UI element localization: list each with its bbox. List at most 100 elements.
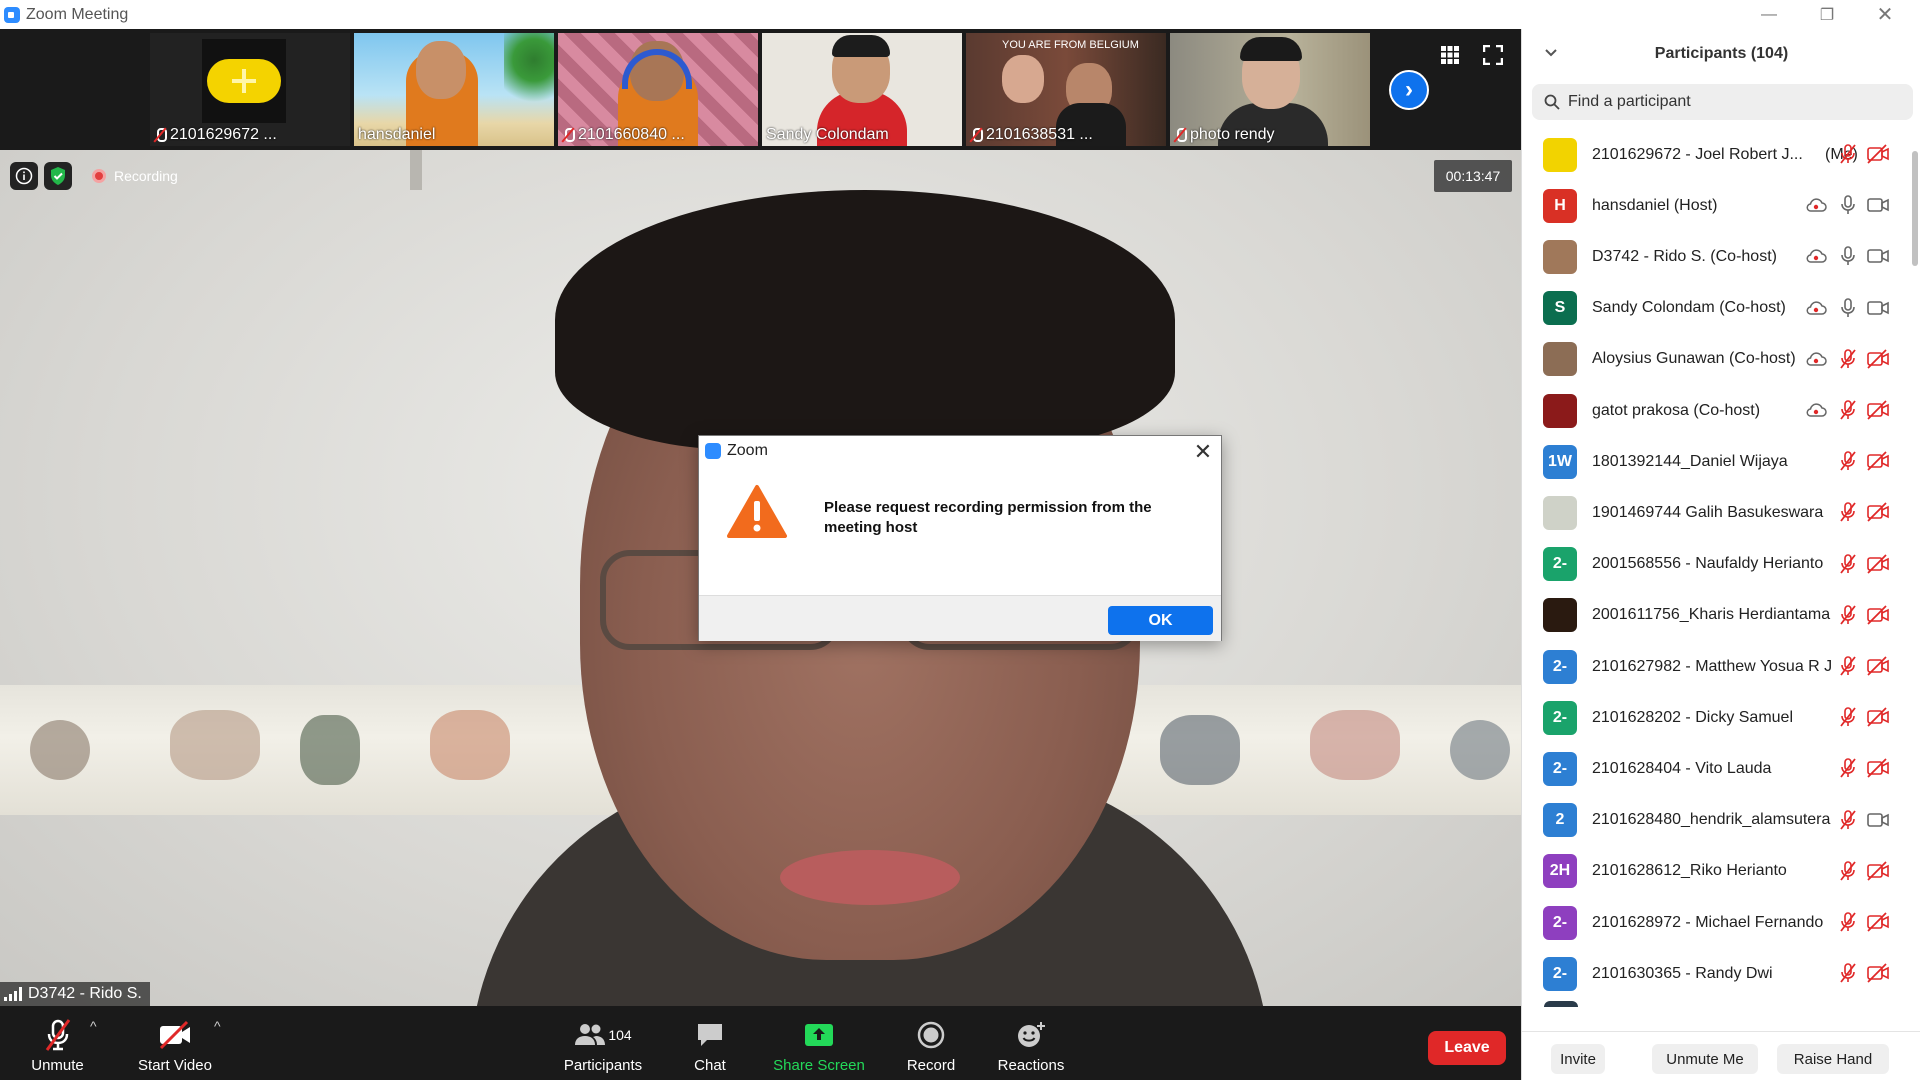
participant-row[interactable]: 2- 2101628972 - Michael Fernando <box>1522 897 1907 948</box>
cloud-recording-icon <box>1805 196 1827 219</box>
search-icon <box>1544 94 1560 110</box>
zoom-logo-icon <box>705 443 721 459</box>
participant-row[interactable]: 1W 1801392144_Daniel Wijaya <box>1522 436 1907 487</box>
muted-mic-icon[interactable] <box>1838 604 1858 631</box>
muted-mic-icon[interactable] <box>1838 757 1858 784</box>
audio-options-chevron-icon[interactable]: ^ <box>90 1018 97 1034</box>
avatar: 2- <box>1543 700 1577 735</box>
muted-mic-icon[interactable] <box>1838 553 1858 580</box>
participant-row[interactable]: 2001611756_Kharis Herdiantama <box>1522 590 1907 641</box>
participant-row[interactable]: gatot prakosa (Co-host) <box>1522 385 1907 436</box>
restore-button[interactable]: ❐ <box>1798 0 1856 29</box>
window-title-bar: Zoom Meeting <box>0 0 1920 29</box>
video-thumbnail[interactable]: Sandy Colondam <box>762 33 962 146</box>
leave-button[interactable]: Leave <box>1428 1031 1506 1065</box>
participant-row[interactable]: S Sandy Colondam (Co-host) <box>1522 283 1907 334</box>
search-input[interactable] <box>1568 93 1888 111</box>
invite-button[interactable]: Invite <box>1551 1044 1605 1074</box>
participants-panel: Participants (104) 2101629672 - Joel Rob… <box>1521 29 1920 1080</box>
mic-icon[interactable] <box>1838 245 1858 272</box>
video-off-icon <box>1866 144 1890 169</box>
dialog-close-button[interactable]: ✕ <box>1189 438 1217 466</box>
participant-name: hansdaniel (Host) <box>1592 196 1718 214</box>
participant-name: 2101629672 - Joel Robert J... <box>1592 145 1803 163</box>
video-thumbnail[interactable]: 2101629672 ... <box>150 33 350 146</box>
participant-row[interactable]: Hhansdaniel (Host) <box>1522 180 1907 231</box>
participant-row[interactable]: 2- 2101628404 - Vito Lauda <box>1522 743 1907 794</box>
mic-icon[interactable] <box>1838 297 1858 324</box>
share-screen-icon <box>803 1017 835 1053</box>
thumbnail-label: Sandy Colondam <box>766 126 889 143</box>
participants-count: 104 <box>608 1027 632 1043</box>
start-video-button[interactable]: Start Video <box>130 1006 220 1080</box>
participant-search[interactable] <box>1532 84 1913 120</box>
muted-mic-icon[interactable] <box>1838 348 1858 375</box>
muted-mic-icon[interactable] <box>1838 706 1858 733</box>
next-page-button[interactable]: › <box>1389 70 1429 110</box>
mic-icon[interactable] <box>1838 194 1858 221</box>
raise-hand-button[interactable]: Raise Hand <box>1777 1044 1889 1074</box>
chat-icon <box>695 1017 725 1053</box>
participant-row[interactable]: 2- 2101627982 - Matthew Yosua R J <box>1522 641 1907 692</box>
muted-mic-icon[interactable] <box>1838 809 1858 836</box>
muted-mic-icon[interactable] <box>1838 399 1858 426</box>
video-thumbnail[interactable]: hansdaniel <box>354 33 554 146</box>
reactions-emoji-icon <box>1015 1017 1047 1053</box>
video-off-icon <box>1866 656 1890 681</box>
ok-button[interactable]: OK <box>1108 606 1213 635</box>
muted-mic-icon[interactable] <box>1838 860 1858 887</box>
unmute-me-button[interactable]: Unmute Me <box>1652 1044 1758 1074</box>
video-options-chevron-icon[interactable]: ^ <box>214 1018 221 1034</box>
thumbnail-label: 2101629672 ... <box>154 126 277 144</box>
participant-row[interactable]: D3742 - Rido S. (Co-host) <box>1522 231 1907 282</box>
list-item <box>1544 1001 1578 1007</box>
muted-mic-icon[interactable] <box>1838 501 1858 528</box>
thumbnail-strip: 2101629672 ... hansdaniel 2101660840 ...… <box>0 29 1521 149</box>
participant-list: 2101629672 - Joel Robert J... (Me) Hhansda… <box>1522 129 1907 1004</box>
video-off-icon <box>1866 605 1890 630</box>
chat-button[interactable]: Chat <box>688 1006 732 1080</box>
video-icon <box>1866 195 1890 220</box>
dialog-message: Please request recording permission from… <box>824 499 1152 536</box>
muted-mic-icon[interactable] <box>1838 143 1858 170</box>
participant-row[interactable]: 2- 2101628202 - Dicky Samuel <box>1522 692 1907 743</box>
video-off-icon <box>1866 451 1890 476</box>
participants-icon: 104 <box>574 1017 632 1053</box>
muted-mic-icon[interactable] <box>1838 450 1858 477</box>
unmute-button[interactable]: Unmute <box>20 1006 95 1080</box>
avatar <box>1543 495 1577 530</box>
close-window-button[interactable]: ✕ <box>1856 0 1914 29</box>
participants-button[interactable]: 104 Participants <box>555 1006 651 1080</box>
meeting-info-button[interactable] <box>10 162 38 190</box>
record-button[interactable]: Record <box>901 1006 961 1080</box>
video-thumbnail[interactable]: YOU ARE FROM BELGIUM 2101638531 ... <box>966 33 1166 146</box>
security-button[interactable] <box>44 162 72 190</box>
participant-row[interactable]: 2H 2101628612_Riko Herianto <box>1522 846 1907 897</box>
share-screen-button[interactable]: Share Screen <box>770 1006 868 1080</box>
participant-row[interactable]: 2- 2001568556 - Naufaldy Herianto <box>1522 539 1907 590</box>
avatar <box>1543 598 1577 633</box>
minimize-button[interactable]: — <box>1740 0 1798 29</box>
participant-row[interactable]: Aloysius Gunawan (Co-host) <box>1522 334 1907 385</box>
video-off-icon <box>1866 758 1890 783</box>
muted-mic-icon <box>154 128 167 142</box>
participants-panel-footer: Invite Unmute Me Raise Hand <box>1522 1031 1920 1080</box>
warning-icon <box>726 484 788 545</box>
muted-mic-icon[interactable] <box>1838 655 1858 682</box>
gallery-view-icon[interactable] <box>1440 45 1460 65</box>
video-thumbnail[interactable]: photo rendy <box>1170 33 1370 146</box>
cloud-recording-icon <box>1805 299 1827 322</box>
participant-row[interactable]: 2101629672 - Joel Robert J... (Me) <box>1522 129 1907 180</box>
recording-permission-dialog: Zoom ✕ Please request recording permissi… <box>698 435 1222 641</box>
participant-row[interactable]: 2- 2101630365 - Randy Dwi <box>1522 948 1907 999</box>
muted-mic-icon[interactable] <box>1838 962 1858 989</box>
participant-row[interactable]: 1901469744 Galih Basukeswara <box>1522 487 1907 538</box>
participant-row[interactable]: 2 2101628480_hendrik_alamsutera <box>1522 795 1907 846</box>
participant-list-scrollbar[interactable] <box>1911 129 1919 1004</box>
muted-mic-icon[interactable] <box>1838 911 1858 938</box>
muted-mic-icon <box>562 128 575 142</box>
reactions-button[interactable]: Reactions <box>993 1006 1069 1080</box>
fullscreen-icon[interactable] <box>1482 44 1504 66</box>
thumbnail-label: photo rendy <box>1174 126 1275 144</box>
video-thumbnail[interactable]: 2101660840 ... <box>558 33 758 146</box>
